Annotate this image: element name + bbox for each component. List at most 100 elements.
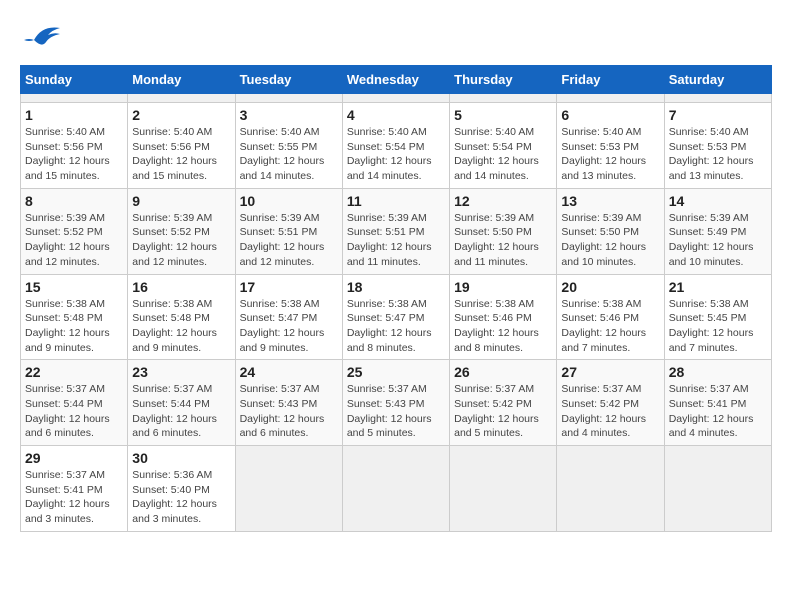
calendar-table: SundayMondayTuesdayWednesdayThursdayFrid…	[20, 65, 772, 532]
calendar-cell: 21 Sunrise: 5:38 AMSunset: 5:45 PMDayligh…	[664, 274, 771, 360]
calendar-cell: 25Sunrise: 5:37 AMSunset: 5:43 PMDayligh…	[342, 360, 449, 446]
calendar-cell: 29Sunrise: 5:37 AMSunset: 5:41 PMDayligh…	[21, 446, 128, 532]
day-number: 7	[669, 107, 767, 123]
day-info: Sunrise: 5:39 AMSunset: 5:50 PMDaylight:…	[561, 211, 659, 270]
day-number: 27	[561, 364, 659, 380]
day-number: 2	[132, 107, 230, 123]
calendar-cell: 2Sunrise: 5:40 AMSunset: 5:56 PMDaylight…	[128, 103, 235, 189]
calendar-header-sunday: Sunday	[21, 66, 128, 94]
calendar-cell: 10 Sunrise: 5:39 AMSunset: 5:51 PMDayligh…	[235, 188, 342, 274]
day-info: Sunrise: 5:38 AMSunset: 5:47 PMDaylight:…	[347, 297, 445, 356]
calendar-cell: 13 Sunrise: 5:39 AMSunset: 5:50 PMDayligh…	[557, 188, 664, 274]
calendar-cell	[235, 446, 342, 532]
calendar-cell	[664, 94, 771, 103]
calendar-header-monday: Monday	[128, 66, 235, 94]
calendar-cell: 16 Sunrise: 5:38 AMSunset: 5:48 PMDayligh…	[128, 274, 235, 360]
day-number: 10	[240, 193, 338, 209]
calendar-cell: 17 Sunrise: 5:38 AMSunset: 5:47 PMDayligh…	[235, 274, 342, 360]
calendar-week-row: 22 Sunrise: 5:37 AMSunset: 5:44 PMDayligh…	[21, 360, 772, 446]
day-info: Sunrise: 5:39 AMSunset: 5:51 PMDaylight:…	[240, 211, 338, 270]
day-info: Sunrise: 5:37 AMSunset: 5:43 PMDaylight:…	[240, 382, 338, 441]
day-number: 18	[347, 279, 445, 295]
calendar-week-row	[21, 94, 772, 103]
calendar-cell: 18 Sunrise: 5:38 AMSunset: 5:47 PMDayligh…	[342, 274, 449, 360]
calendar-cell: 14Sunrise: 5:39 AMSunset: 5:49 PMDayligh…	[664, 188, 771, 274]
day-info: Sunrise: 5:37 AMSunset: 5:44 PMDaylight:…	[132, 382, 230, 441]
calendar-cell	[664, 446, 771, 532]
calendar-header-wednesday: Wednesday	[342, 66, 449, 94]
calendar-week-row: 1Sunrise: 5:40 AMSunset: 5:56 PMDaylight…	[21, 103, 772, 189]
day-info: Sunrise: 5:38 AMSunset: 5:48 PMDaylight:…	[25, 297, 123, 356]
calendar-cell: 5 Sunrise: 5:40 AMSunset: 5:54 PMDaylight…	[450, 103, 557, 189]
calendar-cell: 30Sunrise: 5:36 AMSunset: 5:40 PMDayligh…	[128, 446, 235, 532]
day-info: Sunrise: 5:38 AMSunset: 5:46 PMDaylight:…	[561, 297, 659, 356]
day-info: Sunrise: 5:37 AMSunset: 5:42 PMDaylight:…	[454, 382, 552, 441]
day-info: Sunrise: 5:38 AMSunset: 5:46 PMDaylight:…	[454, 297, 552, 356]
calendar-cell: 22 Sunrise: 5:37 AMSunset: 5:44 PMDayligh…	[21, 360, 128, 446]
day-number: 9	[132, 193, 230, 209]
day-number: 22	[25, 364, 123, 380]
day-number: 4	[347, 107, 445, 123]
calendar-cell: 24 Sunrise: 5:37 AMSunset: 5:43 PMDayligh…	[235, 360, 342, 446]
calendar-header-thursday: Thursday	[450, 66, 557, 94]
day-info: Sunrise: 5:39 AMSunset: 5:52 PMDaylight:…	[25, 211, 123, 270]
calendar-header-tuesday: Tuesday	[235, 66, 342, 94]
calendar-cell: 28Sunrise: 5:37 AMSunset: 5:41 PMDayligh…	[664, 360, 771, 446]
day-number: 1	[25, 107, 123, 123]
day-number: 26	[454, 364, 552, 380]
day-number: 19	[454, 279, 552, 295]
day-number: 12	[454, 193, 552, 209]
day-number: 16	[132, 279, 230, 295]
day-info: Sunrise: 5:37 AMSunset: 5:41 PMDaylight:…	[669, 382, 767, 441]
calendar-cell: 9 Sunrise: 5:39 AMSunset: 5:52 PMDaylight…	[128, 188, 235, 274]
calendar-cell: 7Sunrise: 5:40 AMSunset: 5:53 PMDaylight…	[664, 103, 771, 189]
day-number: 29	[25, 450, 123, 466]
day-number: 20	[561, 279, 659, 295]
day-info: Sunrise: 5:37 AMSunset: 5:42 PMDaylight:…	[561, 382, 659, 441]
day-info: Sunrise: 5:40 AMSunset: 5:55 PMDaylight:…	[240, 125, 338, 184]
day-number: 11	[347, 193, 445, 209]
calendar-cell: 12 Sunrise: 5:39 AMSunset: 5:50 PMDayligh…	[450, 188, 557, 274]
day-number: 17	[240, 279, 338, 295]
day-info: Sunrise: 5:38 AMSunset: 5:47 PMDaylight:…	[240, 297, 338, 356]
day-info: Sunrise: 5:38 AMSunset: 5:45 PMDaylight:…	[669, 297, 767, 356]
calendar-week-row: 15 Sunrise: 5:38 AMSunset: 5:48 PMDayligh…	[21, 274, 772, 360]
calendar-header-friday: Friday	[557, 66, 664, 94]
calendar-header-saturday: Saturday	[664, 66, 771, 94]
day-info: Sunrise: 5:39 AMSunset: 5:49 PMDaylight:…	[669, 211, 767, 270]
day-number: 5	[454, 107, 552, 123]
day-number: 15	[25, 279, 123, 295]
day-number: 21	[669, 279, 767, 295]
day-info: Sunrise: 5:37 AMSunset: 5:44 PMDaylight:…	[25, 382, 123, 441]
calendar-cell: 3 Sunrise: 5:40 AMSunset: 5:55 PMDaylight…	[235, 103, 342, 189]
day-info: Sunrise: 5:40 AMSunset: 5:54 PMDaylight:…	[454, 125, 552, 184]
calendar-week-row: 29Sunrise: 5:37 AMSunset: 5:41 PMDayligh…	[21, 446, 772, 532]
page-header	[20, 20, 772, 55]
day-info: Sunrise: 5:39 AMSunset: 5:52 PMDaylight:…	[132, 211, 230, 270]
calendar-cell	[342, 446, 449, 532]
day-info: Sunrise: 5:36 AMSunset: 5:40 PMDaylight:…	[132, 468, 230, 527]
calendar-cell	[557, 446, 664, 532]
day-info: Sunrise: 5:40 AMSunset: 5:54 PMDaylight:…	[347, 125, 445, 184]
calendar-cell: 4 Sunrise: 5:40 AMSunset: 5:54 PMDaylight…	[342, 103, 449, 189]
day-info: Sunrise: 5:37 AMSunset: 5:43 PMDaylight:…	[347, 382, 445, 441]
calendar-cell: 26 Sunrise: 5:37 AMSunset: 5:42 PMDayligh…	[450, 360, 557, 446]
day-number: 8	[25, 193, 123, 209]
calendar-cell: 19 Sunrise: 5:38 AMSunset: 5:46 PMDayligh…	[450, 274, 557, 360]
calendar-cell: 1Sunrise: 5:40 AMSunset: 5:56 PMDaylight…	[21, 103, 128, 189]
calendar-cell: 20 Sunrise: 5:38 AMSunset: 5:46 PMDayligh…	[557, 274, 664, 360]
calendar-header-row: SundayMondayTuesdayWednesdayThursdayFrid…	[21, 66, 772, 94]
calendar-cell: 15 Sunrise: 5:38 AMSunset: 5:48 PMDayligh…	[21, 274, 128, 360]
day-info: Sunrise: 5:38 AMSunset: 5:48 PMDaylight:…	[132, 297, 230, 356]
calendar-week-row: 8 Sunrise: 5:39 AMSunset: 5:52 PMDaylight…	[21, 188, 772, 274]
day-number: 23	[132, 364, 230, 380]
calendar-cell	[235, 94, 342, 103]
calendar-cell: 27 Sunrise: 5:37 AMSunset: 5:42 PMDayligh…	[557, 360, 664, 446]
day-info: Sunrise: 5:39 AMSunset: 5:51 PMDaylight:…	[347, 211, 445, 270]
day-number: 24	[240, 364, 338, 380]
day-number: 3	[240, 107, 338, 123]
calendar-cell: 8 Sunrise: 5:39 AMSunset: 5:52 PMDaylight…	[21, 188, 128, 274]
day-number: 13	[561, 193, 659, 209]
calendar-cell	[557, 94, 664, 103]
day-info: Sunrise: 5:39 AMSunset: 5:50 PMDaylight:…	[454, 211, 552, 270]
